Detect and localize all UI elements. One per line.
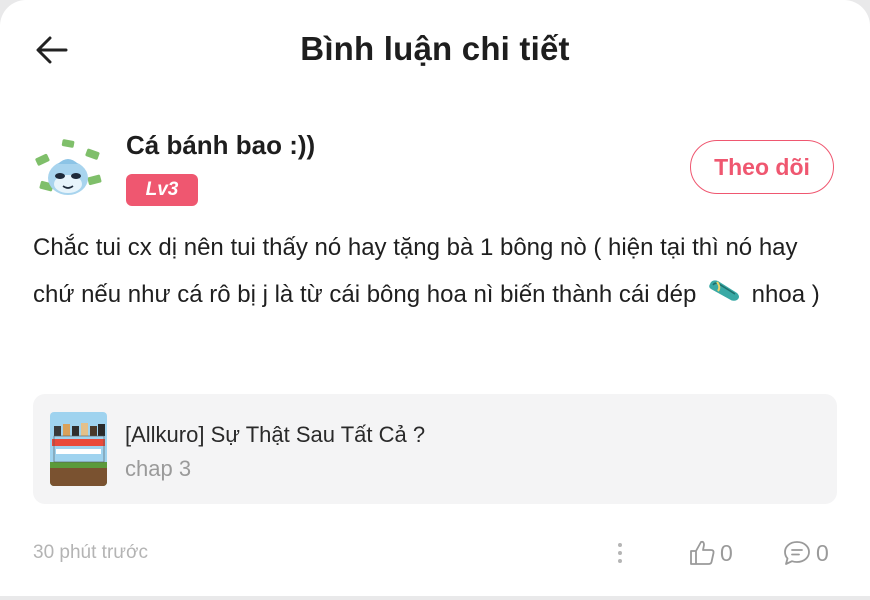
story-chapter: chap 3 <box>125 456 192 481</box>
story-title: [Allkuro] Sự Thật Sau Tất Cả ? <box>125 422 426 447</box>
comment-text: Chắc tui cx dị nên tui thấy nó hay tặng … <box>33 224 838 319</box>
comment-bubble-icon <box>784 541 810 565</box>
more-vertical-icon <box>618 543 622 563</box>
thumbs-up-icon <box>690 540 715 565</box>
sandal-icon <box>707 272 741 319</box>
comment-text-main: Chắc tui cx dị nên tui thấy nó hay tặng … <box>33 234 798 308</box>
comment-footer: 30 phút trước 0 0 <box>0 530 870 576</box>
level-badge: Lv3 <box>126 174 198 206</box>
comment-text-end: nhoa ) <box>751 281 820 308</box>
timestamp: 30 phút trước <box>33 542 148 563</box>
like-count: 0 <box>720 539 733 566</box>
like-button[interactable]: 0 <box>688 536 733 570</box>
avatar[interactable] <box>32 136 104 208</box>
username[interactable]: Cá bánh bao :)) <box>126 130 315 161</box>
story-cover <box>50 412 107 486</box>
follow-button[interactable]: Theo dõi <box>690 140 834 194</box>
more-options-button[interactable] <box>608 536 632 570</box>
story-card[interactable]: [Allkuro] Sự Thật Sau Tất Cả ? chap 3 <box>33 394 837 504</box>
reply-button[interactable]: 0 <box>782 536 829 570</box>
reply-count: 0 <box>816 539 829 566</box>
avatar-image <box>35 139 102 195</box>
header: Bình luận chi tiết <box>0 0 870 100</box>
page-title: Bình luận chi tiết <box>300 30 570 67</box>
comment-detail-sheet: Bình luận chi tiết Cá bánh bao :)) Lv3 T… <box>0 0 870 596</box>
